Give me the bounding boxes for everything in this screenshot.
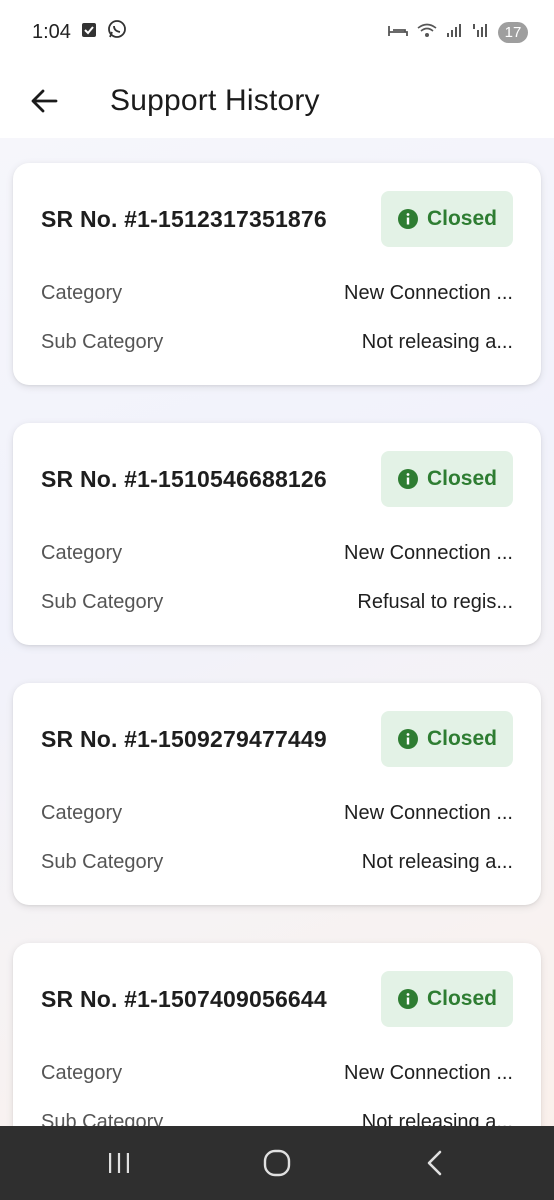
ticket-card-header: SR No. #1-1512317351876 Closed bbox=[41, 191, 513, 247]
sub-category-label: Sub Category bbox=[41, 330, 164, 353]
status-left: 1:04 bbox=[32, 19, 127, 45]
sub-category-row: Sub Category Refusal to regis... bbox=[41, 587, 513, 617]
category-label: Category bbox=[41, 1061, 123, 1084]
status-label: Closed bbox=[426, 467, 497, 490]
ticket-card-header: SR No. #1-1510546688126 Closed bbox=[41, 451, 513, 507]
sub-category-row: Sub Category Not releasing a... bbox=[41, 847, 513, 877]
bed-icon bbox=[388, 22, 408, 43]
category-value: New Connection ... bbox=[344, 801, 513, 824]
category-label: Category bbox=[41, 281, 123, 304]
category-label: Category bbox=[41, 541, 123, 564]
status-badge[interactable]: Closed bbox=[381, 191, 513, 247]
home-button[interactable] bbox=[237, 1133, 317, 1193]
category-row: Category New Connection ... bbox=[41, 798, 513, 828]
info-icon bbox=[397, 729, 418, 749]
nav-back-button[interactable] bbox=[395, 1133, 475, 1193]
sub-category-label: Sub Category bbox=[41, 590, 164, 613]
info-icon bbox=[397, 469, 418, 489]
arrow-left-icon bbox=[31, 89, 58, 113]
status-badge[interactable]: Closed bbox=[381, 451, 513, 507]
whatsapp-icon bbox=[107, 19, 127, 45]
wifi-icon bbox=[416, 22, 438, 43]
back-button[interactable] bbox=[14, 71, 74, 131]
status-label: Closed bbox=[426, 727, 497, 750]
status-badge[interactable]: Closed bbox=[381, 971, 513, 1027]
status-badge[interactable]: Closed bbox=[381, 711, 513, 767]
app-bar: Support History bbox=[0, 64, 554, 138]
sub-category-row: Sub Category Not releasing a... bbox=[41, 327, 513, 357]
status-label: Closed bbox=[426, 207, 497, 230]
category-row: Category New Connection ... bbox=[41, 1058, 513, 1088]
category-label: Category bbox=[41, 801, 123, 824]
status-label: Closed bbox=[426, 987, 497, 1010]
page-title: Support History bbox=[110, 84, 320, 117]
recents-icon bbox=[109, 1153, 129, 1173]
status-right: 17 bbox=[388, 21, 528, 43]
sr-number: SR No. #1-1512317351876 bbox=[41, 205, 327, 232]
signal-roaming-icon bbox=[472, 22, 490, 43]
sub-category-value: Not releasing a... bbox=[361, 330, 513, 353]
sr-number: SR No. #1-1507409056644 bbox=[41, 985, 327, 1012]
category-value: New Connection ... bbox=[344, 1061, 513, 1084]
ticket-card-header: SR No. #1-1509279477449 Closed bbox=[41, 711, 513, 767]
category-row: Category New Connection ... bbox=[41, 278, 513, 308]
system-nav-bar bbox=[0, 1126, 554, 1200]
ticket-card[interactable]: SR No. #1-1509279477449 Closed Category … bbox=[13, 683, 541, 905]
checkbox-notification-icon bbox=[81, 21, 97, 44]
battery-indicator: 17 bbox=[498, 21, 528, 43]
category-value: New Connection ... bbox=[344, 281, 513, 304]
sr-number: SR No. #1-1509279477449 bbox=[41, 725, 327, 752]
category-row: Category New Connection ... bbox=[41, 538, 513, 568]
info-icon bbox=[397, 989, 418, 1009]
home-icon bbox=[263, 1149, 291, 1177]
status-bar: 1:04 17 bbox=[0, 0, 554, 64]
ticket-card-header: SR No. #1-1507409056644 Closed bbox=[41, 971, 513, 1027]
sub-category-value: Not releasing a... bbox=[361, 850, 513, 873]
sub-category-label: Sub Category bbox=[41, 850, 164, 873]
sub-category-value: Refusal to regis... bbox=[357, 590, 513, 613]
recents-button[interactable] bbox=[79, 1133, 159, 1193]
back-chevron-icon bbox=[427, 1150, 442, 1176]
ticket-card[interactable]: SR No. #1-1512317351876 Closed Category … bbox=[13, 163, 541, 385]
ticket-card[interactable]: SR No. #1-1510546688126 Closed Category … bbox=[13, 423, 541, 645]
signal-icon bbox=[446, 22, 464, 43]
status-time: 1:04 bbox=[32, 20, 71, 43]
sr-number: SR No. #1-1510546688126 bbox=[41, 465, 327, 492]
info-icon bbox=[397, 209, 418, 229]
category-value: New Connection ... bbox=[344, 541, 513, 564]
